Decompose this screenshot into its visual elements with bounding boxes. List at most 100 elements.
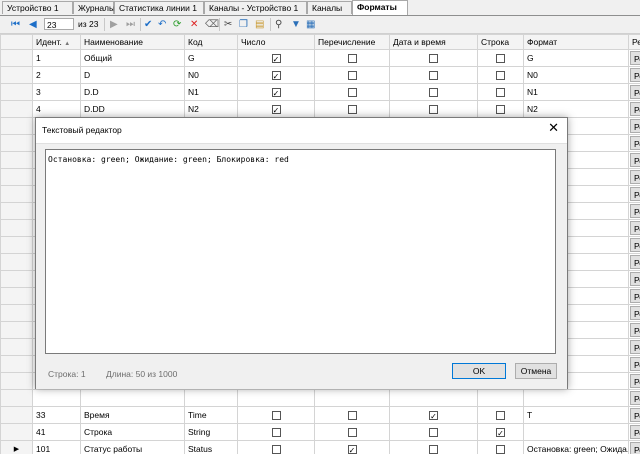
undo-icon[interactable]: ↶: [158, 18, 166, 31]
prev-icon[interactable]: ◀: [29, 18, 37, 31]
col-edit-header[interactable]: Редактировать ф: [628, 34, 640, 50]
col-name-header[interactable]: Наименование: [80, 34, 185, 50]
edit-format-button[interactable]: Редактировать: [630, 408, 640, 422]
row-indicator[interactable]: [0, 355, 33, 373]
cell-enum[interactable]: [314, 49, 390, 67]
cell-number[interactable]: ✓: [237, 49, 315, 67]
cell-format[interactable]: N0: [523, 66, 629, 84]
cell-code[interactable]: [184, 389, 238, 407]
cell-enum[interactable]: ✓: [314, 440, 390, 454]
checkbox[interactable]: [347, 54, 357, 64]
edit-format-button[interactable]: Редактировать: [630, 425, 640, 439]
edit-format-button[interactable]: Редактировать: [630, 340, 640, 354]
row-indicator[interactable]: [0, 134, 33, 152]
col-string-header[interactable]: Строка: [477, 34, 524, 50]
cell-string[interactable]: [477, 66, 524, 84]
delete-icon[interactable]: ✕: [190, 18, 198, 31]
table-row[interactable]: 4D.DDN2✓N2Редактировать: [0, 100, 640, 118]
checkbox[interactable]: [496, 105, 505, 115]
tab-journals[interactable]: Журналы: [73, 1, 115, 14]
checkbox[interactable]: [347, 71, 357, 81]
cell-name[interactable]: [80, 389, 185, 407]
cell-datetime[interactable]: [389, 423, 478, 441]
cell-format[interactable]: G: [523, 49, 629, 67]
cell-name[interactable]: Строка: [80, 423, 185, 441]
tab-formats[interactable]: Форматы: [352, 0, 408, 15]
clear-icon[interactable]: ⌫: [205, 18, 219, 31]
row-indicator[interactable]: [0, 270, 33, 288]
cell-number[interactable]: ✓: [237, 100, 315, 118]
cell-number[interactable]: [237, 440, 315, 454]
checkbox[interactable]: ✓: [271, 71, 281, 81]
checkbox[interactable]: ✓: [347, 445, 357, 454]
cell-number[interactable]: ✓: [237, 66, 315, 84]
edit-format-button[interactable]: Редактировать: [630, 272, 640, 286]
edit-format-button[interactable]: Редактировать: [630, 119, 640, 133]
copy-icon[interactable]: ❐: [239, 18, 248, 31]
checkbox[interactable]: [429, 71, 438, 81]
cut-icon[interactable]: ✂: [224, 18, 232, 31]
table-row[interactable]: 3D.DN1✓N1Редактировать: [0, 83, 640, 101]
cell-number[interactable]: [237, 389, 315, 407]
table-row[interactable]: 2DN0✓N0Редактировать: [0, 66, 640, 84]
checkbox[interactable]: [429, 445, 438, 454]
table-row[interactable]: Редактировать: [0, 389, 640, 407]
tab-device-1[interactable]: Устройство 1: [2, 1, 73, 14]
row-indicator[interactable]: [0, 100, 33, 118]
edit-format-button[interactable]: Редактировать: [630, 102, 640, 116]
edit-format-button[interactable]: Редактировать: [630, 51, 640, 65]
cell-string[interactable]: ✓: [477, 423, 524, 441]
cell-datetime[interactable]: ✓: [389, 406, 478, 424]
row-indicator[interactable]: [0, 219, 33, 237]
cancel-button[interactable]: Отмена: [515, 363, 557, 379]
cell-code[interactable]: G: [184, 49, 238, 67]
checkbox[interactable]: [496, 71, 505, 81]
record-number-input[interactable]: 23: [44, 18, 74, 30]
row-indicator[interactable]: [0, 406, 33, 424]
row-indicator[interactable]: [0, 168, 33, 186]
cell-datetime[interactable]: [389, 100, 478, 118]
edit-format-button[interactable]: Редактировать: [630, 221, 640, 235]
cell-number[interactable]: [237, 406, 315, 424]
refresh-icon[interactable]: ⟳: [173, 18, 181, 31]
edit-format-button[interactable]: Редактировать: [630, 85, 640, 99]
edit-format-button[interactable]: Редактировать: [630, 357, 640, 371]
row-indicator[interactable]: [0, 253, 33, 271]
edit-format-button[interactable]: Редактировать: [630, 136, 640, 150]
paste-icon[interactable]: ▤: [255, 18, 264, 31]
checkbox[interactable]: ✓: [271, 54, 281, 64]
cell-id[interactable]: 33: [32, 406, 81, 424]
checkbox[interactable]: [496, 445, 505, 454]
edit-format-button[interactable]: Редактировать: [630, 170, 640, 184]
checkbox[interactable]: ✓: [496, 428, 505, 438]
cell-enum[interactable]: [314, 100, 390, 118]
cell-string[interactable]: [477, 406, 524, 424]
cell-format[interactable]: [523, 389, 629, 407]
row-indicator[interactable]: [0, 83, 33, 101]
row-indicator[interactable]: [0, 66, 33, 84]
cell-datetime[interactable]: [389, 49, 478, 67]
row-indicator[interactable]: [0, 151, 33, 169]
edit-format-button[interactable]: Редактировать: [630, 204, 640, 218]
checkbox[interactable]: [429, 105, 438, 115]
checkbox[interactable]: [429, 428, 438, 438]
cell-string[interactable]: [477, 389, 524, 407]
row-indicator[interactable]: [0, 389, 33, 407]
cell-code[interactable]: N0: [184, 66, 238, 84]
edit-format-button[interactable]: Редактировать: [630, 187, 640, 201]
filter-icon[interactable]: ▼: [291, 18, 301, 31]
row-indicator[interactable]: [0, 321, 33, 339]
cell-code[interactable]: String: [184, 423, 238, 441]
row-indicator[interactable]: [0, 117, 33, 135]
ok-button[interactable]: OK: [452, 363, 506, 379]
col-id-header[interactable]: Идент. ▲: [32, 34, 81, 50]
checkbox[interactable]: [271, 428, 281, 438]
tab-channels[interactable]: Каналы: [307, 1, 352, 14]
cell-enum[interactable]: [314, 423, 390, 441]
checkbox[interactable]: [429, 54, 438, 64]
cell-name[interactable]: Статус работы: [80, 440, 185, 454]
checkbox[interactable]: [347, 428, 357, 438]
cell-code[interactable]: N2: [184, 100, 238, 118]
cell-format[interactable]: Остановка: green; Ожида...: [523, 440, 629, 454]
checkbox[interactable]: [347, 88, 357, 98]
